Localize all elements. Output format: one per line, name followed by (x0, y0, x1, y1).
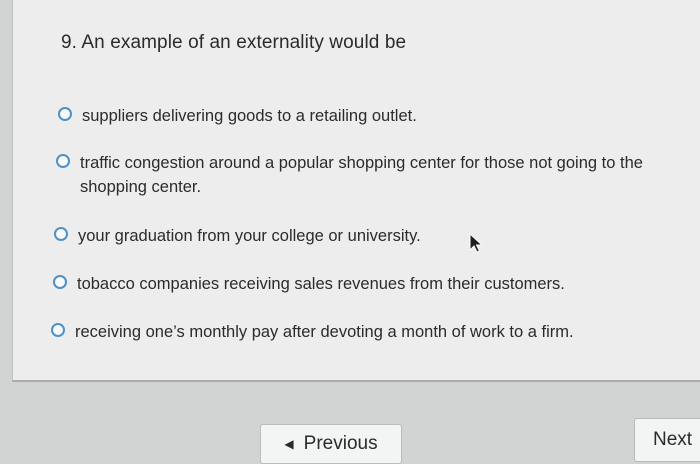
next-button[interactable]: Next (634, 418, 700, 462)
option-label: your graduation from your college or uni… (78, 227, 421, 245)
previous-button[interactable]: ◀ Previous (260, 424, 402, 464)
option-label: suppliers delivering goods to a retailin… (82, 107, 417, 125)
mouse-pointer-icon (469, 233, 484, 253)
answer-option-3[interactable]: your graduation from your college or uni… (54, 224, 421, 248)
radio-button[interactable] (51, 323, 65, 337)
question-card: 9. An example of an externality would be… (12, 0, 700, 382)
next-button-label: Next (653, 429, 693, 450)
answer-option-2[interactable]: traffic congestion around a popular shop… (56, 151, 686, 199)
question-title: 9. An example of an externality would be (61, 32, 407, 53)
option-label: receiving one’s monthly pay after devoti… (75, 323, 574, 341)
radio-button[interactable] (54, 227, 68, 241)
answer-option-5[interactable]: receiving one’s monthly pay after devoti… (51, 320, 574, 344)
previous-button-label: Previous (303, 433, 378, 454)
chevron-left-icon: ◀ (284, 437, 294, 451)
radio-button[interactable] (58, 107, 72, 121)
radio-button[interactable] (53, 275, 67, 289)
answer-option-4[interactable]: tobacco companies receiving sales revenu… (53, 272, 565, 296)
option-label: tobacco companies receiving sales revenu… (77, 275, 565, 293)
option-label: traffic congestion around a popular shop… (80, 154, 643, 196)
radio-button[interactable] (56, 154, 70, 168)
answer-option-1[interactable]: suppliers delivering goods to a retailin… (58, 104, 417, 128)
